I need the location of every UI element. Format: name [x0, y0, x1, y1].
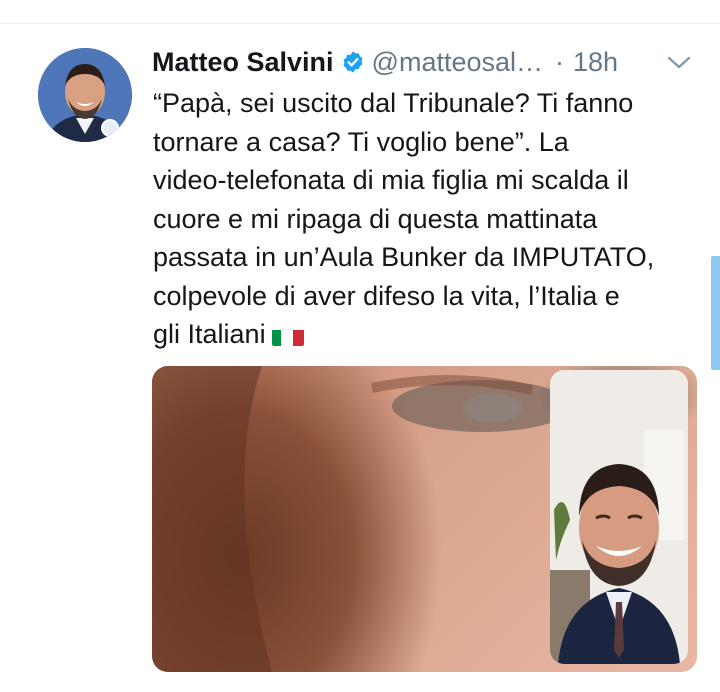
tweet-media[interactable] — [152, 366, 697, 672]
italy-flag-icon — [271, 324, 304, 346]
author-handle[interactable]: @matteosal… — [372, 47, 543, 78]
author-name[interactable]: Matteo Salvini — [152, 47, 334, 78]
tweet-body: “Papà, sei uscito dal Tribunale? Ti fann… — [153, 88, 655, 349]
verified-badge-icon — [343, 51, 363, 73]
scrollbar-thumb[interactable] — [711, 256, 720, 370]
top-divider — [0, 23, 720, 24]
video-call-pip — [550, 370, 688, 664]
tweet-text: “Papà, sei uscito dal Tribunale? Ti fann… — [153, 84, 698, 354]
tweet-header: Matteo Salvini @matteosal… · 18h — [152, 42, 692, 82]
avatar-photo — [38, 48, 132, 142]
avatar[interactable] — [38, 48, 132, 142]
chevron-down-icon[interactable] — [666, 52, 692, 72]
tweet-timestamp[interactable]: 18h — [573, 47, 618, 78]
pip-photo — [550, 370, 688, 664]
separator-dot: · — [555, 46, 565, 77]
